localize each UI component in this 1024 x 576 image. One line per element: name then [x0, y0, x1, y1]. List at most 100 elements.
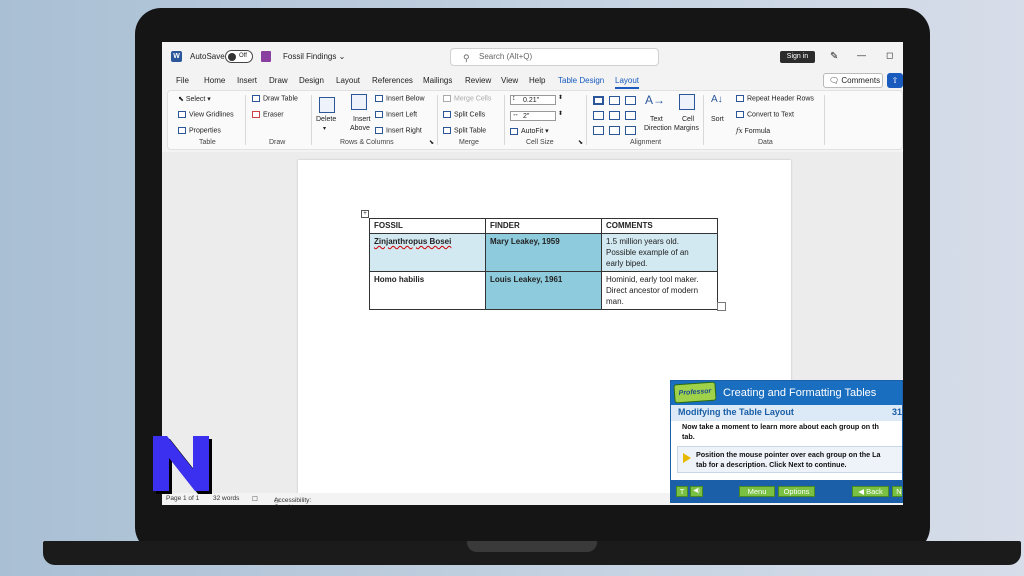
- insert-right-button[interactable]: Insert Right: [375, 127, 422, 134]
- eraser-button[interactable]: Eraser: [252, 111, 284, 118]
- align-bottom-center-icon[interactable]: [609, 126, 620, 135]
- search-input[interactable]: ⚲ Search (Alt+Q): [450, 48, 659, 66]
- tab-help[interactable]: Help: [529, 76, 545, 85]
- sign-in-button[interactable]: Sign in: [780, 51, 815, 63]
- select-button[interactable]: ⬉ Select ▾: [178, 95, 211, 103]
- tab-design[interactable]: Design: [299, 76, 324, 85]
- group-label-merge: Merge: [459, 139, 479, 146]
- align-bottom-left-icon[interactable]: [593, 126, 604, 135]
- maximize-icon[interactable]: ◻: [886, 50, 893, 61]
- text-direction-label-2[interactable]: Direction: [644, 125, 672, 132]
- align-top-right-icon[interactable]: [625, 96, 636, 105]
- tab-insert[interactable]: Insert: [237, 76, 257, 85]
- table-move-handle-icon[interactable]: +: [361, 210, 369, 218]
- fossil-table[interactable]: FOSSIL FINDER COMMENTS Zinjanthropus Bos…: [369, 218, 718, 310]
- convert-to-text-button[interactable]: Convert to Text: [736, 111, 794, 118]
- tab-draw[interactable]: Draw: [269, 76, 288, 85]
- text-direction-label-1[interactable]: Text: [650, 116, 663, 123]
- proofing-icon[interactable]: ☐: [252, 495, 258, 503]
- save-icon[interactable]: [261, 51, 271, 62]
- view-gridlines-button[interactable]: View Gridlines: [178, 111, 234, 118]
- sort-icon[interactable]: A↓: [711, 94, 723, 105]
- cell-margins-icon[interactable]: [679, 94, 695, 110]
- insert-below-button[interactable]: Insert Below: [375, 95, 425, 102]
- autosave-toggle[interactable]: Off: [225, 50, 253, 63]
- sound-button[interactable]: ◀): [690, 486, 703, 497]
- spin-arrows-icon[interactable]: ⬍: [558, 110, 563, 117]
- merge-cells-label: Merge Cells: [454, 95, 492, 103]
- insert-above-label-1[interactable]: Insert: [353, 116, 371, 123]
- tab-home[interactable]: Home: [204, 76, 225, 85]
- page-count[interactable]: Page 1 of 1: [166, 495, 199, 502]
- autofit-button[interactable]: AutoFit ▾: [510, 127, 549, 135]
- cell-margins-label-2[interactable]: Margins: [674, 125, 699, 132]
- split-cells-button[interactable]: Split Cells: [443, 111, 485, 118]
- tab-layout[interactable]: Layout: [336, 76, 360, 85]
- tab-review[interactable]: Review: [465, 76, 491, 85]
- tab-table-layout[interactable]: Layout: [615, 76, 640, 89]
- cell-line: Hominid, early tool maker.: [606, 275, 699, 284]
- table-cell[interactable]: Hominid, early tool maker. Direct ancesto…: [601, 271, 718, 310]
- insert-above-icon[interactable]: [351, 94, 367, 110]
- pen-icon[interactable]: ✎: [830, 51, 838, 62]
- align-top-center-icon[interactable]: [609, 96, 620, 105]
- align-top-left-icon[interactable]: [593, 96, 604, 105]
- arrow-right-icon: [683, 453, 691, 463]
- formula-icon: fx: [736, 127, 743, 135]
- repeat-header-rows-button[interactable]: Repeat Header Rows: [736, 95, 814, 102]
- insert-right-label: Insert Right: [386, 127, 422, 135]
- table-cell[interactable]: Zinjanthropus Bosei: [369, 233, 486, 272]
- tab-table-design[interactable]: Table Design: [558, 76, 604, 85]
- properties-button[interactable]: Properties: [178, 127, 221, 134]
- instruction-line: tab for a description. Click Next to con…: [696, 460, 847, 469]
- draw-table-button[interactable]: Draw Table: [252, 95, 298, 102]
- tab-view[interactable]: View: [501, 76, 518, 85]
- formula-button[interactable]: fx Formula: [736, 127, 770, 135]
- convert-icon: [736, 111, 744, 118]
- split-table-button[interactable]: Split Table: [443, 127, 486, 134]
- text-direction-icon[interactable]: A→: [645, 93, 665, 107]
- row-height-stepper[interactable]: 0.21": [510, 95, 556, 105]
- sort-button[interactable]: Sort: [711, 116, 724, 123]
- back-button[interactable]: ◀ Back: [852, 486, 889, 497]
- text-toggle-button[interactable]: T: [676, 486, 688, 497]
- minimize-icon[interactable]: —: [857, 50, 866, 60]
- spin-arrows-icon[interactable]: ⬍: [558, 94, 563, 101]
- table-resize-handle[interactable]: [717, 302, 726, 311]
- merge-cells-button[interactable]: Merge Cells: [443, 95, 491, 102]
- delete-table-icon[interactable]: [319, 97, 335, 113]
- table-cell[interactable]: Louis Leakey, 1961: [485, 271, 602, 310]
- professor-logo: Professor: [673, 381, 717, 404]
- menu-button[interactable]: Menu: [739, 486, 775, 497]
- align-center-left-icon[interactable]: [593, 111, 604, 120]
- cell-line: man.: [606, 297, 624, 306]
- table-cell[interactable]: 1.5 million years old. Possible example o…: [601, 233, 718, 272]
- header-cell[interactable]: COMMENTS: [601, 218, 718, 234]
- word-count[interactable]: 32 words: [213, 495, 239, 502]
- options-button[interactable]: Options: [778, 486, 815, 497]
- next-button[interactable]: N: [892, 486, 902, 497]
- dialog-launcher-icon[interactable]: ⬊: [429, 139, 434, 146]
- cell-line: 1.5 million years old.: [606, 237, 679, 246]
- insert-above-label-2[interactable]: Above: [350, 125, 370, 132]
- document-title[interactable]: Fossil Findings ⌄: [283, 52, 345, 61]
- insert-right-icon: [375, 127, 383, 134]
- dialog-launcher-icon[interactable]: ⬊: [578, 139, 583, 146]
- delete-button[interactable]: Delete: [316, 116, 336, 123]
- tab-file[interactable]: File: [176, 76, 189, 85]
- header-cell[interactable]: FOSSIL: [369, 218, 486, 234]
- table-cell[interactable]: Mary Leakey, 1959: [485, 233, 602, 272]
- align-center-icon[interactable]: [609, 111, 620, 120]
- align-center-right-icon[interactable]: [625, 111, 636, 120]
- tutorial-intro-text: Now take a moment to learn more about ea…: [682, 422, 902, 442]
- insert-left-button[interactable]: Insert Left: [375, 111, 417, 118]
- cell-margins-label-1[interactable]: Cell: [682, 116, 694, 123]
- header-cell[interactable]: FINDER: [485, 218, 602, 234]
- merge-cells-icon: [443, 95, 451, 102]
- comments-button[interactable]: 🗨 Comments: [823, 73, 883, 88]
- tab-mailings[interactable]: Mailings: [423, 76, 452, 85]
- share-button[interactable]: ⇧: [887, 73, 903, 88]
- align-bottom-right-icon[interactable]: [625, 126, 636, 135]
- table-cell[interactable]: Homo habilis: [369, 271, 486, 310]
- tab-references[interactable]: References: [372, 76, 413, 85]
